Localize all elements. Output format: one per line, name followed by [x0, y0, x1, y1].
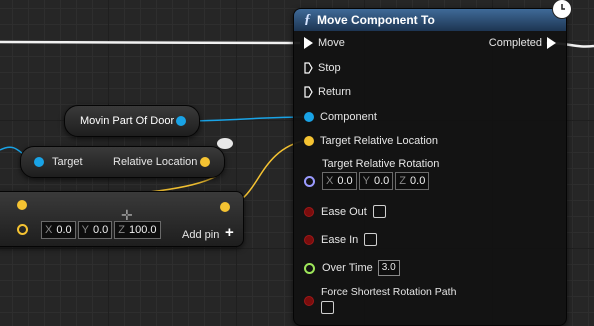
door-node-label: Movin Part Of Door [80, 115, 175, 127]
add-vector-fields: X 0.0 Y 0.0 Z 100.0 [41, 221, 161, 239]
value: 0.0 [410, 175, 426, 187]
clock-icon [552, 0, 572, 19]
pin-force-shortest[interactable]: Force Shortest Rotation Path [304, 286, 456, 314]
exec-pin-label: Completed [488, 37, 542, 49]
value: 0.0 [92, 224, 109, 236]
bool-pin-icon [304, 206, 314, 217]
exec-wire-in [0, 40, 301, 45]
relative-location-label: Relative Location [113, 156, 198, 168]
pin-target-relative-location[interactable]: Target Relative Location [304, 135, 438, 147]
bool-pin-icon [304, 296, 314, 306]
vector-output-pin-icon[interactable] [220, 202, 230, 212]
pin-ease-out[interactable]: Ease Out [304, 205, 386, 218]
exec-pin-icon [304, 62, 313, 74]
axis-label: Y [362, 175, 370, 187]
comment-bubble-icon[interactable] [217, 138, 233, 149]
pin-label: Target Relative Rotation [322, 158, 440, 170]
pin-target-relative-rotation[interactable]: Target Relative Rotation X 0.0 Y 0.0 Z 0.0 [304, 158, 439, 190]
axis-label: X [45, 224, 53, 236]
pin-label: Ease Out [321, 205, 367, 218]
object-pin-icon[interactable] [176, 116, 186, 126]
exec-pin-return[interactable]: Return [304, 86, 351, 98]
pin-label: Ease In [321, 233, 359, 246]
pin-label: Component [320, 111, 377, 123]
exec-pin-move[interactable]: Move [304, 37, 345, 49]
rotation-x-field[interactable]: X 0.0 [322, 172, 357, 190]
value: 0.0 [56, 224, 72, 236]
exec-pin-icon [547, 37, 556, 49]
exec-pin-stop[interactable]: Stop [304, 62, 341, 74]
vector-pin-icon [304, 136, 314, 146]
move-component-to-node[interactable]: ƒ Move Component To Move Completed Stop … [293, 0, 572, 326]
axis-label: X [326, 175, 334, 187]
add-vector-node[interactable]: X 0.0 Y 0.0 Z 100.0 Add pin + ✛ [0, 191, 244, 247]
force-shortest-checkbox[interactable] [321, 301, 334, 314]
pin-component[interactable]: Component [304, 111, 377, 123]
value: 0.0 [337, 175, 353, 187]
add-operator-icon: ✛ [121, 207, 133, 223]
add-pin-plus-icon[interactable]: + [225, 224, 234, 241]
add-pin-label[interactable]: Add pin [182, 229, 219, 241]
vector-pin-icon[interactable] [200, 157, 210, 167]
exec-pin-completed[interactable]: Completed [489, 37, 556, 49]
vector-x-field[interactable]: X 0.0 [41, 221, 76, 239]
vector-y-field[interactable]: Y 0.0 [77, 221, 113, 239]
value: 0.0 [373, 175, 390, 187]
pin-label: Over Time [322, 262, 373, 274]
bool-pin-icon [304, 234, 314, 245]
function-icon: ƒ [304, 12, 311, 27]
exec-pin-label: Stop [318, 62, 341, 74]
axis-label: Z [399, 175, 407, 187]
ease-in-checkbox[interactable] [364, 233, 378, 246]
exec-pin-label: Return [318, 86, 352, 98]
pin-over-time[interactable]: Over Time 3.0 [304, 260, 400, 276]
float-pin-icon [304, 262, 315, 274]
exec-pin-label: Move [318, 37, 345, 49]
value: 100.0 [129, 224, 157, 236]
rotation-y-field[interactable]: Y 0.0 [358, 172, 394, 190]
pin-label: Force Shortest Rotation Path [321, 286, 457, 298]
door-component-node[interactable]: Movin Part Of Door [64, 105, 200, 137]
target-label: Target [52, 156, 83, 168]
pin-label: Target Relative Location [320, 135, 439, 147]
vector-pin-icon[interactable] [17, 224, 28, 235]
rotator-pin-icon [304, 175, 315, 187]
rotation-z-field[interactable]: Z 0.0 [395, 172, 430, 190]
ease-out-checkbox[interactable] [372, 205, 386, 218]
node-header[interactable]: ƒ Move Component To [294, 9, 566, 31]
object-pin-icon [304, 112, 314, 122]
exec-pin-icon [304, 86, 313, 98]
object-pin-icon[interactable] [34, 157, 44, 167]
exec-pin-icon [304, 37, 313, 49]
axis-label: Y [81, 224, 89, 236]
axis-label: Z [118, 224, 126, 236]
vector-pin-icon[interactable] [17, 200, 27, 210]
pin-ease-in[interactable]: Ease In [304, 233, 378, 246]
relative-location-node[interactable]: Target Relative Location [20, 146, 225, 178]
node-title: Move Component To [317, 13, 435, 27]
over-time-field[interactable]: 3.0 [377, 260, 400, 276]
